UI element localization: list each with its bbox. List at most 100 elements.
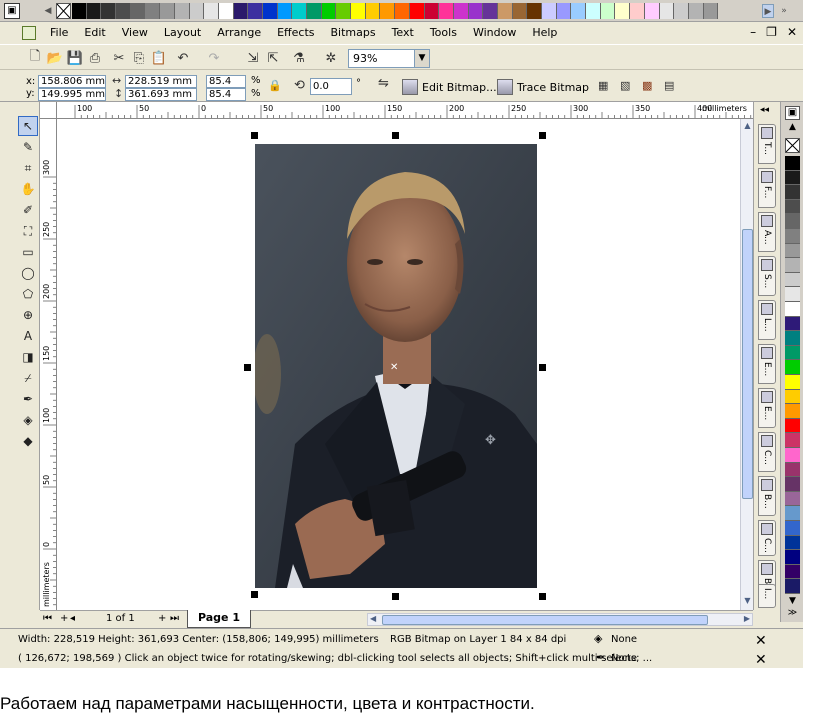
docker-tab-extrude[interactable]: E... [758, 388, 776, 428]
selection-handle-left[interactable] [244, 364, 251, 371]
fill-status[interactable]: None [611, 634, 637, 645]
color-swatch[interactable] [116, 3, 131, 19]
color-swatch[interactable] [424, 3, 440, 19]
color-swatch[interactable] [785, 214, 800, 229]
menu-effects[interactable]: Effects [269, 26, 322, 39]
vertical-scroll-thumb[interactable] [742, 229, 753, 499]
y-position-field[interactable]: 149.995 mm [38, 88, 106, 101]
color-swatch[interactable] [785, 156, 800, 171]
x-position-field[interactable]: 158.806 mm [38, 75, 106, 88]
docker-tab-shaping[interactable]: S... [758, 256, 776, 296]
application-launcher-icon[interactable]: ⚗ [290, 49, 308, 67]
mirror-icon[interactable]: ⇋ [378, 76, 389, 91]
selection-handle-top-right[interactable] [539, 132, 546, 139]
lock-ratio-icon[interactable]: 🔒 [268, 79, 282, 92]
selection-handle-bottom[interactable] [392, 593, 399, 600]
scroll-right-icon[interactable]: ▶ [744, 614, 750, 623]
copy-icon[interactable]: ⎘ [130, 49, 148, 67]
previous-page-icon[interactable]: ◂ [70, 613, 75, 624]
menu-file[interactable]: File [42, 26, 76, 39]
color-swatch[interactable] [204, 3, 219, 19]
color-swatch[interactable] [785, 477, 800, 492]
color-swatch[interactable] [630, 3, 645, 19]
vertical-scrollbar[interactable]: ▲ ▼ [740, 119, 753, 610]
color-swatch[interactable] [292, 3, 307, 19]
color-swatch[interactable] [409, 3, 425, 19]
color-swatch[interactable] [785, 243, 800, 259]
menu-bitmaps[interactable]: Bitmaps [322, 26, 383, 39]
selection-handle-bottom-right[interactable] [539, 593, 546, 600]
docker-collapse-icon[interactable]: ◂◂ [760, 105, 769, 115]
color-swatch[interactable] [497, 3, 513, 19]
vertical-ruler[interactable]: 300 250 200 150 100 50 0 millimeters [40, 119, 57, 610]
color-swatch[interactable] [785, 579, 800, 594]
docker-tab-color[interactable]: C... [758, 432, 776, 472]
menu-layout[interactable]: Layout [156, 26, 209, 39]
color-swatch[interactable] [351, 3, 366, 19]
document-icon[interactable] [22, 25, 36, 40]
color-swatch[interactable] [785, 360, 800, 375]
color-swatch[interactable] [785, 287, 800, 302]
pan-tool-icon[interactable]: ✋ [18, 179, 38, 199]
color-swatch[interactable] [785, 199, 800, 215]
color-swatch[interactable] [785, 258, 800, 273]
rectangle-tool-icon[interactable]: ▭ [18, 242, 38, 262]
color-swatch[interactable] [785, 302, 800, 317]
color-swatch[interactable] [512, 3, 528, 19]
color-swatch[interactable] [785, 316, 800, 332]
trace-bitmap-button[interactable]: Trace Bitmap [497, 77, 589, 97]
add-page-before-icon[interactable]: + [60, 613, 68, 624]
new-document-icon[interactable]: 🗋 [26, 49, 44, 67]
docker-tab-insert[interactable]: I... [758, 584, 776, 608]
no-fill-swatch[interactable] [785, 138, 800, 153]
outline-tool-icon[interactable]: ✒ [18, 389, 38, 409]
color-swatch[interactable] [785, 345, 800, 361]
color-swatch[interactable] [785, 418, 800, 434]
color-swatch[interactable] [483, 3, 498, 19]
color-swatch[interactable] [218, 3, 234, 19]
rotation-angle-field[interactable]: 0.0 [310, 78, 352, 95]
scale-width-field[interactable]: 85.4 [206, 75, 246, 88]
last-page-icon[interactable]: ⏭ [170, 613, 179, 624]
palette-scroll-down-icon[interactable]: ▼ [785, 596, 800, 606]
palette-scroll-right-icon[interactable]: ▶ [762, 4, 774, 18]
color-swatch[interactable] [262, 3, 278, 19]
save-icon[interactable]: 💾 [66, 49, 84, 67]
undo-icon[interactable]: ↶ [174, 49, 192, 67]
selection-handle-top-left[interactable] [251, 132, 258, 139]
scroll-left-icon[interactable]: ◀ [370, 614, 376, 623]
horizontal-scroll-thumb[interactable] [382, 615, 708, 625]
color-swatch[interactable] [785, 331, 800, 346]
color-swatch[interactable] [644, 3, 660, 19]
color-swatch[interactable] [439, 3, 454, 19]
docker-tab-contour[interactable]: C... [758, 520, 776, 556]
object-height-field[interactable]: 361.693 mm [125, 88, 197, 101]
docker-tab-effects[interactable]: E... [758, 344, 776, 384]
selection-handle-bottom-left[interactable] [251, 591, 258, 598]
add-page-after-icon[interactable]: + [158, 613, 166, 624]
color-swatch[interactable] [785, 170, 800, 186]
color-swatch[interactable] [248, 3, 263, 19]
menu-window[interactable]: Window [465, 26, 524, 39]
color-swatch[interactable] [659, 3, 675, 19]
object-width-field[interactable]: 228.519 mm [125, 75, 197, 88]
color-swatch[interactable] [101, 3, 117, 19]
redo-icon[interactable]: ↷ [205, 49, 223, 67]
color-swatch[interactable] [307, 3, 322, 19]
color-swatch[interactable] [571, 3, 587, 19]
outline-none-x-icon[interactable]: ✕ [755, 652, 767, 668]
color-swatch[interactable] [785, 229, 800, 244]
chevron-down-icon[interactable]: ▼ [414, 50, 429, 67]
color-swatch[interactable] [688, 3, 704, 19]
color-swatch[interactable] [785, 433, 800, 448]
export-icon[interactable]: ⇱ [264, 49, 282, 67]
corel-online-icon[interactable]: ✲ [322, 49, 340, 67]
page-tab[interactable]: Page 1 [187, 610, 251, 628]
docker-tab-fill[interactable]: F... [758, 168, 776, 208]
color-swatch[interactable] [785, 535, 800, 551]
eyedropper-tool-icon[interactable]: ⌿ [18, 368, 38, 388]
menu-tools[interactable]: Tools [422, 26, 465, 39]
color-swatch[interactable] [160, 3, 175, 19]
crop-tool-icon[interactable]: ⌗ [18, 158, 38, 178]
first-page-icon[interactable]: ⏮ [43, 613, 52, 624]
